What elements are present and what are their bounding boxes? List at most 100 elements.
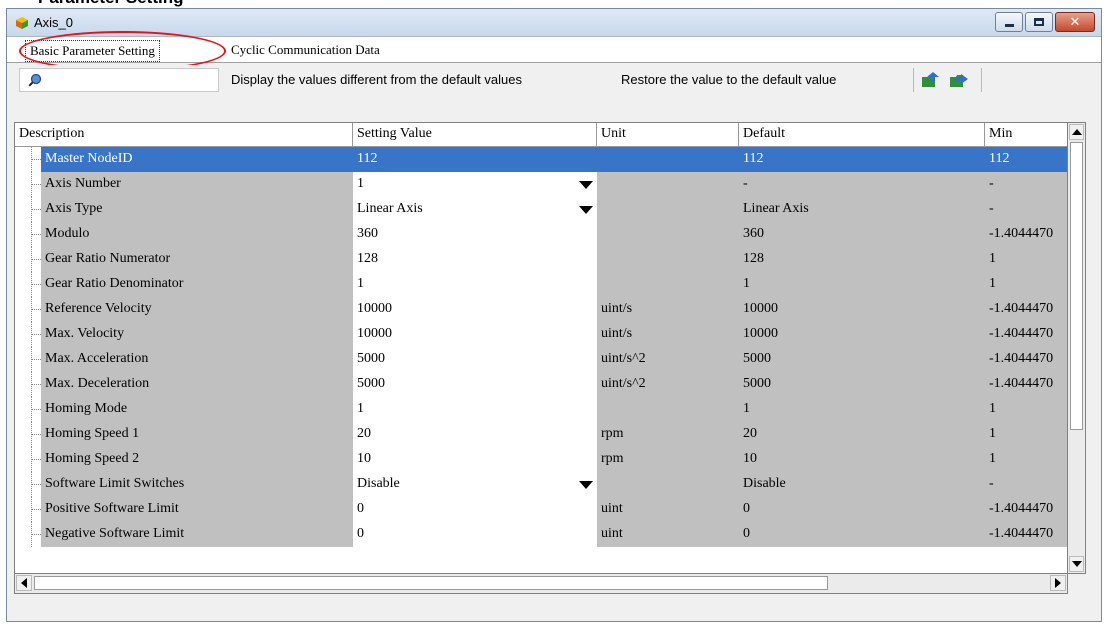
horizontal-scroll-thumb[interactable] (34, 576, 828, 590)
table-row[interactable]: Homing Speed 2 10 rpm 10 1 (15, 447, 1067, 472)
column-header-description[interactable]: Description (15, 123, 353, 147)
dropdown-arrow-icon[interactable] (579, 206, 593, 214)
tab-basic-parameter-setting[interactable]: Basic Parameter Setting (25, 40, 160, 62)
min-cell: - (985, 472, 1067, 497)
column-header-setting-value[interactable]: Setting Value (353, 123, 597, 147)
table-row[interactable]: Modulo 360 360 -1.4044470 (15, 222, 1067, 247)
unit-cell-text: rpm (601, 451, 624, 466)
description-cell-text: Homing Mode (45, 401, 128, 416)
unit-cell: uint/s^2 (597, 347, 739, 372)
tree-guide-line (31, 447, 41, 472)
tab-cyclic-communication-data[interactable]: Cyclic Communication Data (227, 40, 384, 62)
table-row[interactable]: Software Limit Switches Disable Disable - (15, 472, 1067, 497)
unit-cell (597, 397, 739, 422)
tree-guide-line (31, 222, 41, 247)
horizontal-scrollbar[interactable] (14, 574, 1068, 594)
dropdown-arrow-icon[interactable] (579, 481, 593, 489)
show-diff-button[interactable]: Display the values different from the de… (231, 72, 522, 87)
min-cell: -1.4044470 (985, 497, 1067, 522)
table-row[interactable]: Axis Type Linear Axis Linear Axis - (15, 197, 1067, 222)
min-cell-text: - (989, 476, 994, 491)
min-cell-text: - (989, 201, 994, 216)
unit-cell-text: rpm (601, 426, 624, 441)
grid-body: Master NodeID 112 112 112 Axis Number 1- - Axis… (15, 147, 1067, 547)
table-row[interactable]: Max. Acceleration 5000 uint/s^2 5000 -1.4044… (15, 347, 1067, 372)
default-cell-text: 5000 (743, 351, 771, 366)
description-cell: Gear Ratio Denominator (41, 272, 353, 297)
min-cell: -1.4044470 (985, 322, 1067, 347)
setting-value-cell[interactable]: 1 (353, 272, 597, 297)
table-row[interactable]: Max. Velocity 10000 uint/s 10000 -1.4044470 (15, 322, 1067, 347)
setting-value-cell[interactable]: Disable (353, 472, 597, 497)
tree-guide-line (31, 347, 41, 372)
import-folder-icon[interactable] (921, 71, 941, 89)
default-cell-text: 5000 (743, 376, 771, 391)
setting-value-cell[interactable]: 0 (353, 522, 597, 547)
min-cell-text: -1.4044470 (989, 301, 1054, 316)
default-cell-text: - (743, 176, 748, 191)
setting-value-cell[interactable]: 10000 (353, 322, 597, 347)
setting-value-cell[interactable]: 128 (353, 247, 597, 272)
table-row[interactable]: Gear Ratio Numerator 128 128 1 (15, 247, 1067, 272)
scroll-left-button[interactable] (16, 575, 32, 591)
grid-header: Description Setting Value Unit Default M… (15, 123, 1067, 147)
setting-value-cell[interactable]: 1 (353, 397, 597, 422)
description-cell: Axis Number (41, 172, 353, 197)
min-cell-text: -1.4044470 (989, 526, 1054, 541)
description-cell-text: Negative Software Limit (45, 526, 185, 541)
table-row[interactable]: Negative Software Limit 0 uint 0 -1.4044470 (15, 522, 1067, 547)
column-header-unit[interactable]: Unit (597, 123, 739, 147)
table-row[interactable]: Max. Deceleration 5000 uint/s^2 5000 -1.4044… (15, 372, 1067, 397)
unit-cell: uint/s (597, 322, 739, 347)
default-cell: 128 (739, 247, 985, 272)
table-row[interactable]: Reference Velocity 10000 uint/s 10000 -1.404… (15, 297, 1067, 322)
setting-value-cell[interactable]: Linear Axis (353, 197, 597, 222)
unit-cell: uint (597, 522, 739, 547)
title-bar[interactable]: Axis_0 ✕ (7, 9, 1101, 37)
vertical-scrollbar[interactable] (1068, 122, 1086, 574)
restore-default-button[interactable]: Restore the value to the default value (621, 72, 836, 87)
setting-value-cell-text: 5000 (357, 376, 385, 391)
column-header-min[interactable]: Min (985, 123, 1067, 147)
dropdown-arrow-icon[interactable] (579, 181, 593, 189)
description-cell-text: Master NodeID (45, 151, 133, 166)
tree-guide-line (31, 497, 41, 522)
setting-value-cell[interactable]: 20 (353, 422, 597, 447)
table-row[interactable]: Positive Software Limit 0 uint 0 -1.4044470 (15, 497, 1067, 522)
column-header-default[interactable]: Default (739, 123, 985, 147)
scroll-up-button[interactable] (1069, 124, 1084, 140)
setting-value-cell[interactable]: 1 (353, 172, 597, 197)
close-button[interactable]: ✕ (1055, 12, 1095, 32)
setting-value-cell[interactable]: 112 (353, 147, 597, 172)
table-row[interactable]: Homing Speed 1 20 rpm 20 1 (15, 422, 1067, 447)
setting-value-cell[interactable]: 0 (353, 497, 597, 522)
setting-value-cell[interactable]: 360 (353, 222, 597, 247)
table-row[interactable]: Homing Mode 1 1 1 (15, 397, 1067, 422)
setting-value-cell[interactable]: 5000 (353, 347, 597, 372)
page-heading: Parameter Setting (38, 0, 184, 8)
table-row[interactable]: Master NodeID 112 112 112 (15, 147, 1067, 172)
export-folder-icon[interactable] (949, 71, 969, 89)
setting-value-cell-text: 1 (357, 276, 364, 291)
minimize-button[interactable] (995, 12, 1023, 32)
default-cell: 5000 (739, 372, 985, 397)
scroll-down-button[interactable] (1069, 556, 1084, 572)
setting-value-cell[interactable]: 5000 (353, 372, 597, 397)
maximize-button[interactable] (1025, 12, 1053, 32)
table-row[interactable]: Axis Number 1 - - (15, 172, 1067, 197)
setting-value-cell-text: 10000 (357, 326, 392, 341)
setting-value-cell-text: 128 (357, 251, 378, 266)
scroll-right-button[interactable] (1050, 575, 1066, 591)
search-input[interactable] (19, 68, 219, 92)
table-row[interactable]: Gear Ratio Denominator 1 1 1 (15, 272, 1067, 297)
tree-guide-line (31, 172, 41, 197)
min-cell-text: 1 (989, 426, 996, 441)
default-cell: 1 (739, 272, 985, 297)
setting-value-cell-text: Disable (357, 476, 400, 491)
setting-value-cell[interactable]: 10000 (353, 297, 597, 322)
tree-guide-line (31, 247, 41, 272)
unit-cell-text: uint/s^2 (601, 351, 646, 366)
description-cell-text: Reference Velocity (45, 301, 152, 316)
vertical-scroll-thumb[interactable] (1070, 142, 1083, 430)
setting-value-cell[interactable]: 10 (353, 447, 597, 472)
